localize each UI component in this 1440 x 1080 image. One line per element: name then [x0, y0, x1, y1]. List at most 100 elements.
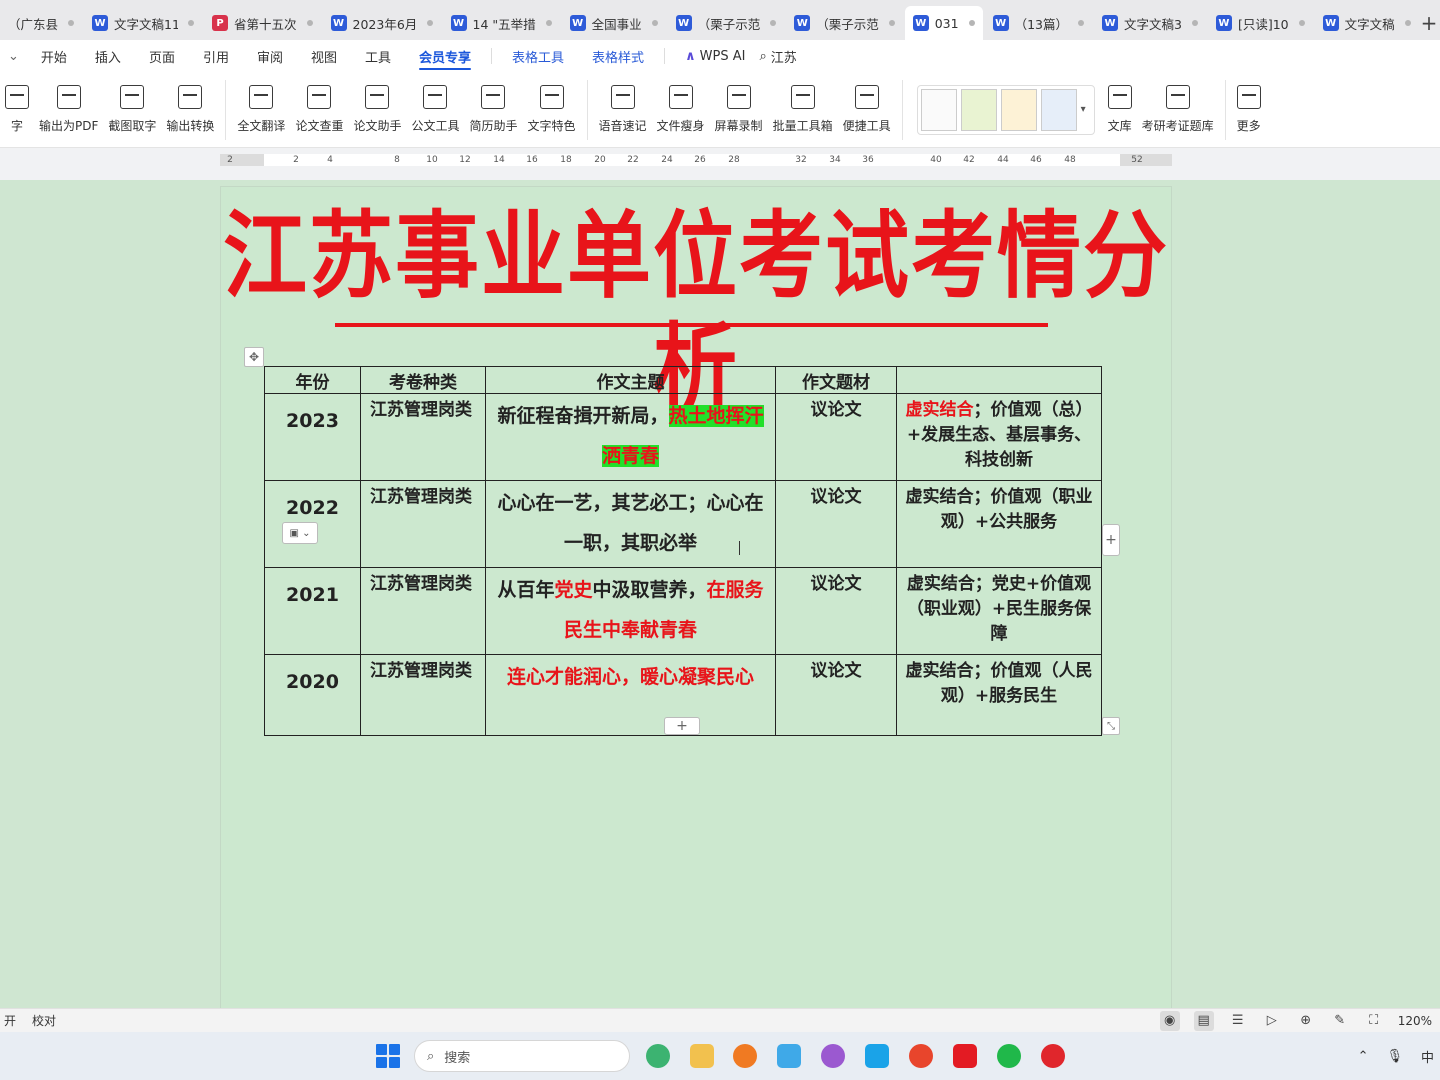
- cell-topic[interactable]: 从百年党史中汲取营养，在服务民生中奉献青春: [485, 567, 776, 655]
- document-tab[interactable]: W 文字文稿3: [1094, 6, 1206, 40]
- cell-kind[interactable]: 江苏管理岗类: [360, 567, 486, 655]
- ribbon-search[interactable]: ⌕ 江苏: [759, 40, 810, 72]
- cell-year[interactable]: 2021: [264, 567, 361, 655]
- tray-expand-icon[interactable]: ⌃: [1358, 1049, 1369, 1064]
- ribbon-button[interactable]: 论文助手: [348, 75, 406, 145]
- ribbon-button[interactable]: 文库: [1103, 75, 1137, 145]
- page-view-icon[interactable]: ▤: [1193, 1010, 1214, 1031]
- ribbon-button[interactable]: 全文翻译: [232, 75, 290, 145]
- menu-collapse-icon[interactable]: ⌄: [0, 40, 27, 72]
- exam-analysis-table[interactable]: 年份 考卷种类 作文主题 作文题材 2023 江苏管理岗类 新征程奋揖开新局，热…: [264, 366, 1102, 736]
- cell-kind[interactable]: 江苏管理岗类: [360, 654, 486, 736]
- document-tab[interactable]: W 14 "五举措: [443, 6, 560, 40]
- screen-recorder-icon[interactable]: [1041, 1044, 1065, 1068]
- eye-protection-icon[interactable]: ◉: [1159, 1010, 1180, 1031]
- menu-tab[interactable]: 开始: [27, 40, 81, 72]
- zoom-level[interactable]: 120%: [1398, 1014, 1432, 1028]
- microphone-icon[interactable]: 🎙: [1386, 1049, 1403, 1064]
- app-orange-icon[interactable]: [733, 1044, 757, 1068]
- ribbon-button[interactable]: 字: [0, 75, 34, 145]
- ribbon-button[interactable]: 考研考证题库: [1137, 75, 1219, 145]
- fit-screen-icon[interactable]: ⛶: [1364, 1011, 1384, 1031]
- document-tab[interactable]: W 2023年6月: [323, 6, 441, 40]
- ribbon-button[interactable]: 便捷工具: [838, 75, 896, 145]
- document-tab[interactable]: W （栗子示范: [786, 6, 903, 40]
- tab-close-icon[interactable]: [68, 20, 75, 26]
- tab-close-icon[interactable]: [770, 20, 777, 26]
- menu-tab[interactable]: 视图: [297, 40, 351, 72]
- ribbon-button[interactable]: 截图取字: [103, 75, 161, 145]
- table-resize-icon[interactable]: ⤡: [1102, 717, 1120, 735]
- photos-icon[interactable]: [821, 1044, 845, 1068]
- document-tab[interactable]: （广东县: [0, 6, 82, 40]
- cell-material[interactable]: 虚实结合；党史+价值观（职业观）+民生服务保障: [896, 567, 1102, 655]
- cell-align-dropdown[interactable]: ▣ ⌄: [282, 522, 318, 544]
- windows-start-button[interactable]: [376, 1044, 400, 1068]
- cell-genre[interactable]: 议论文: [775, 480, 897, 568]
- web-view-icon[interactable]: ⊕: [1296, 1011, 1316, 1031]
- cell-kind[interactable]: 江苏管理岗类: [360, 393, 486, 481]
- template-thumbnail[interactable]: [960, 88, 997, 131]
- ribbon-button[interactable]: 简历助手: [464, 75, 522, 145]
- play-icon[interactable]: ▷: [1262, 1011, 1282, 1031]
- document-tab[interactable]: W 全国事业: [562, 6, 666, 40]
- tab-close-icon[interactable]: [1298, 20, 1305, 26]
- cell-material[interactable]: 虚实结合；价值观（总）+发展生态、基层事务、科技创新: [896, 393, 1102, 481]
- chrome-icon[interactable]: [909, 1044, 933, 1068]
- template-thumbnail[interactable]: [1040, 88, 1077, 131]
- menu-tab[interactable]: 引用: [189, 40, 243, 72]
- ribbon-button[interactable]: 文字特色: [523, 75, 581, 145]
- wechat-icon[interactable]: [997, 1044, 1021, 1068]
- menu-tab[interactable]: 审阅: [243, 40, 297, 72]
- tab-close-icon[interactable]: [306, 20, 313, 26]
- menu-tab[interactable]: 页面: [135, 40, 189, 72]
- document-tab[interactable]: W [只读]10: [1208, 6, 1313, 40]
- cell-genre[interactable]: 议论文: [775, 393, 897, 481]
- tab-close-icon[interactable]: [426, 20, 433, 26]
- tab-close-icon[interactable]: [651, 20, 658, 26]
- document-tab[interactable]: W （栗子示范: [668, 6, 785, 40]
- document-tab[interactable]: W （13篇）: [985, 6, 1092, 40]
- cell-material[interactable]: 虚实结合；价值观（人民观）+服务民生: [896, 654, 1102, 736]
- media-player-icon[interactable]: [865, 1044, 889, 1068]
- tab-close-icon[interactable]: [545, 20, 552, 26]
- cell-year[interactable]: 2023: [264, 393, 361, 481]
- tab-table-tools[interactable]: 表格工具: [498, 40, 578, 72]
- document-tab[interactable]: W 文字文稿11: [84, 6, 202, 40]
- cell-topic[interactable]: 心心在一艺，其艺必工；心心在一职，其职必举: [485, 480, 776, 568]
- tab-close-icon[interactable]: [1404, 20, 1411, 26]
- horizontal-ruler[interactable]: 2 2 4 8 10 12 14 16 18 20 22 24 26 28 32 34 36 40 42 44 46 48…: [220, 154, 1172, 166]
- tab-close-icon[interactable]: [888, 20, 895, 26]
- cell-kind[interactable]: 江苏管理岗类: [360, 480, 486, 568]
- document-tab[interactable]: W 031: [904, 6, 983, 40]
- document-tab[interactable]: P 省第十五次: [204, 6, 321, 40]
- add-row-button[interactable]: +: [664, 717, 700, 735]
- tab-close-icon[interactable]: [968, 20, 975, 26]
- cell-genre[interactable]: 议论文: [775, 567, 897, 655]
- proofread-button[interactable]: 校对: [32, 1012, 56, 1029]
- menu-tab[interactable]: 插入: [81, 40, 135, 72]
- ribbon-button[interactable]: 论文查重: [290, 75, 348, 145]
- menu-tab[interactable]: 工具: [351, 40, 405, 72]
- edge-browser-icon[interactable]: [646, 1044, 670, 1068]
- cell-genre[interactable]: 议论文: [775, 654, 897, 736]
- document-tab[interactable]: W 文字文稿: [1315, 6, 1419, 40]
- header-topic[interactable]: 作文主题: [485, 366, 776, 394]
- taskbar-search[interactable]: ⌕ 搜索: [414, 1040, 630, 1072]
- app-blue-icon[interactable]: [777, 1044, 801, 1068]
- ribbon-button[interactable]: 屏幕录制: [710, 75, 768, 145]
- tab-close-icon[interactable]: [1191, 20, 1198, 26]
- template-thumbnail[interactable]: [1000, 88, 1037, 131]
- tab-table-style[interactable]: 表格样式: [578, 40, 658, 72]
- add-column-button[interactable]: +: [1102, 524, 1120, 556]
- ime-indicator[interactable]: 中: [1421, 1047, 1434, 1066]
- ribbon-button[interactable]: 更多: [1232, 75, 1266, 145]
- table-move-icon[interactable]: ✥: [244, 347, 264, 367]
- cell-material[interactable]: 虚实结合；价值观（职业观）+公共服务: [896, 480, 1102, 568]
- tab-close-icon[interactable]: [188, 20, 195, 26]
- cell-topic[interactable]: 新征程奋揖开新局，热土地挥汗洒青春: [485, 393, 776, 481]
- header-genre[interactable]: 作文题材: [775, 366, 897, 394]
- pen-icon[interactable]: ✎: [1330, 1011, 1350, 1031]
- ribbon-button[interactable]: 批量工具箱: [768, 75, 838, 145]
- ribbon-button[interactable]: 输出转换: [161, 75, 219, 145]
